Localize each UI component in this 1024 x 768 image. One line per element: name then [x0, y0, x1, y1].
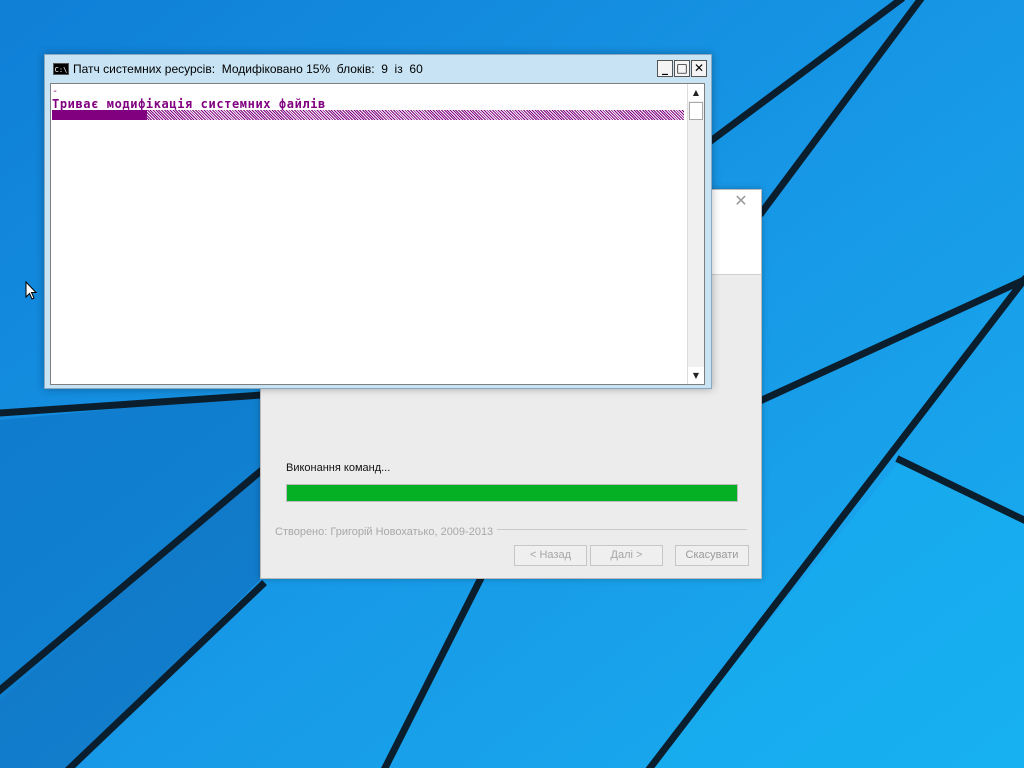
back-button[interactable]: < Назад — [514, 545, 587, 566]
console-progress-fill — [52, 110, 147, 120]
console-window: C:\ Патч системних ресурсів: Модифікован… — [44, 54, 712, 389]
console-progress-bar — [52, 110, 684, 120]
vertical-scrollbar[interactable]: ▲ ▼ — [687, 84, 704, 384]
cmd-icon[interactable]: C:\ — [53, 63, 69, 75]
installer-credit: Створено: Григорій Новохатько, 2009-2013 — [275, 526, 498, 538]
installer-close-button[interactable]: ✕ — [731, 192, 751, 210]
installer-credit-row: Створено: Григорій Новохатько, 2009-2013 — [275, 522, 747, 538]
console-cursor: - — [52, 86, 59, 97]
console-titlebar[interactable]: C:\ Патч системних ресурсів: Модифікован… — [45, 55, 711, 83]
mouse-pointer-icon — [25, 281, 38, 300]
minimize-button[interactable]: _ — [657, 60, 673, 77]
installer-progress-bar — [286, 484, 738, 502]
console-output-area[interactable]: - Триває модифікація системних файлів ▲ … — [50, 83, 705, 385]
close-button[interactable]: ✕ — [691, 60, 707, 77]
console-message: Триває модифікація системних файлів — [52, 97, 326, 111]
installer-status-text: Виконання команд... — [286, 462, 391, 474]
scrollbar-thumb[interactable] — [689, 102, 703, 120]
installer-progress-fill — [287, 485, 737, 501]
scroll-up-arrow-icon[interactable]: ▲ — [688, 84, 704, 101]
cancel-button[interactable]: Скасувати — [675, 545, 749, 566]
next-button[interactable]: Далі > — [590, 545, 663, 566]
maximize-button[interactable]: □ — [674, 60, 690, 77]
console-title: Патч системних ресурсів: Модифіковано 15… — [73, 62, 423, 76]
scroll-down-arrow-icon[interactable]: ▼ — [688, 367, 704, 384]
